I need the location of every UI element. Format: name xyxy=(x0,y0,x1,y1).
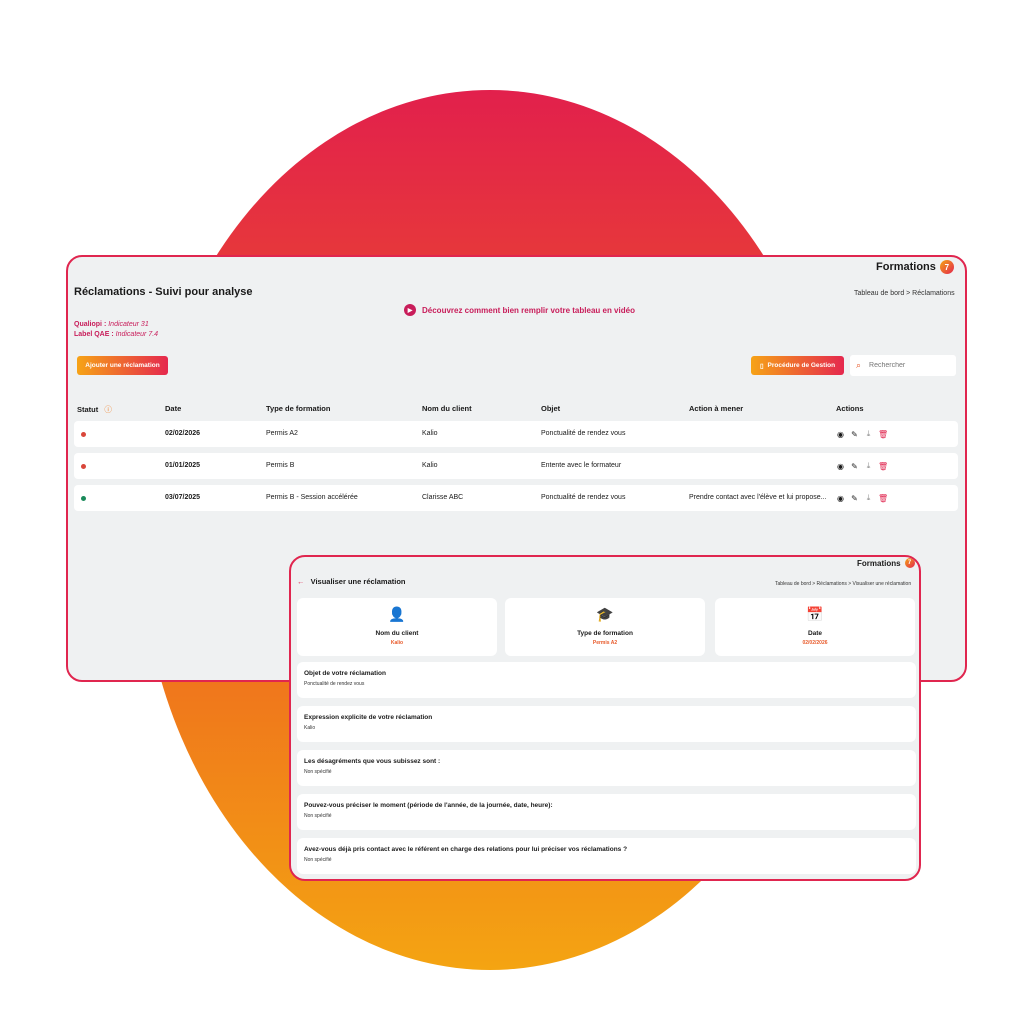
status-dot xyxy=(81,464,86,469)
download-icon[interactable]: ⤓ xyxy=(864,429,873,439)
detail-panel: Pouvez-vous préciser le moment (période … xyxy=(297,794,916,830)
brand: Formations 7 xyxy=(857,558,915,568)
row-actions: ◉ ✎ ⤓ 🗑 xyxy=(836,429,888,439)
edit-icon[interactable]: ✎ xyxy=(850,430,859,439)
panel-answer: Ponctualité de rendez vous xyxy=(304,681,365,687)
panel-question: Objet de votre réclamation xyxy=(304,670,386,677)
status-dot xyxy=(81,432,86,437)
cell-client: Clarisse ABC xyxy=(422,494,464,501)
panel-question: Les désagréments que vous subissez sont … xyxy=(304,758,441,765)
detail-panel: Avez-vous déjà pris contact avec le réfé… xyxy=(297,838,916,874)
calendar-icon: 📅 xyxy=(806,606,824,622)
qualiopi-label: Qualiopi : xyxy=(74,321,107,328)
info-icon[interactable]: ⓘ xyxy=(104,405,112,414)
column-header-actions: Actions xyxy=(836,404,864,413)
qae-value: Indicateur 7.4 xyxy=(115,331,159,338)
reclamation-detail-window: Formations 7 ← Visualiser une réclamatio… xyxy=(289,555,921,881)
video-link[interactable]: ▶ Découvrez comment bien remplir votre t… xyxy=(404,304,635,316)
delete-icon[interactable]: 🗑 xyxy=(878,430,888,439)
breadcrumb[interactable]: Tableau de bord > Réclamations > Visuali… xyxy=(775,581,911,587)
view-icon[interactable]: ◉ xyxy=(836,462,845,471)
card-label: Date xyxy=(807,630,823,637)
panel-answer: Kalio xyxy=(304,725,316,731)
download-icon[interactable]: ⤓ xyxy=(864,493,873,503)
graduation-cap-icon: 🎓 xyxy=(596,606,614,622)
column-header-action: Action à mener xyxy=(689,404,744,413)
table-row[interactable]: 02/02/2026 Permis A2 Kalio Ponctualité d… xyxy=(74,421,958,447)
card-value: Kalio xyxy=(390,640,404,646)
search-icon: ⌕ xyxy=(856,360,862,370)
brand-logo-icon: 7 xyxy=(904,558,915,568)
cell-client: Kalio xyxy=(422,462,438,469)
column-header-objet: Objet xyxy=(541,404,561,413)
card-value: 02/02/2026 xyxy=(802,640,828,646)
qualiopi-value: Indicateur 31 xyxy=(108,321,149,328)
page-title: Réclamations - Suivi pour analyse xyxy=(74,286,253,298)
panel-answer: Non spécifié xyxy=(304,769,332,775)
panel-answer: Non spécifié xyxy=(304,857,332,863)
cell-date: 01/01/2025 xyxy=(165,462,201,469)
detail-panel: Expression explicite de votre réclamatio… xyxy=(297,706,916,742)
cell-objet: Ponctualité de rendez vous xyxy=(541,494,626,501)
qae-indicator: Label QAE : Indicateur 7.4 xyxy=(74,331,158,338)
delete-icon[interactable]: 🗑 xyxy=(878,494,888,503)
column-header-type: Type de formation xyxy=(266,404,331,413)
brand: Formations 7 xyxy=(876,260,954,274)
cell-type: Permis A2 xyxy=(266,430,298,437)
page-title: ← Visualiser une réclamation xyxy=(297,577,406,586)
search-box[interactable]: ⌕ xyxy=(850,355,956,376)
search-input[interactable] xyxy=(867,361,952,370)
cell-objet: Ponctualité de rendez vous xyxy=(541,430,626,437)
qualiopi-indicator: Qualiopi : Indicateur 31 xyxy=(74,321,149,328)
detail-panel: Objet de votre réclamation Ponctualité d… xyxy=(297,662,916,698)
delete-icon[interactable]: 🗑 xyxy=(878,462,888,471)
brand-logo-icon: 7 xyxy=(939,260,954,274)
formation-card: 🎓 Type de formation Permis A2 xyxy=(505,598,705,656)
cell-objet: Entente avec le formateur xyxy=(541,462,622,469)
column-header-statut: Statut ⓘ xyxy=(77,404,112,415)
column-header-client: Nom du client xyxy=(422,404,472,413)
video-link-label: Découvrez comment bien remplir votre tab… xyxy=(422,305,635,315)
cell-action: Prendre contact avec l'élève et lui prop… xyxy=(689,494,827,501)
date-card: 📅 Date 02/02/2026 xyxy=(715,598,915,656)
add-reclamation-button[interactable]: Ajouter une réclamation xyxy=(77,356,168,375)
brand-name: Formations xyxy=(857,558,901,568)
edit-icon[interactable]: ✎ xyxy=(850,462,859,471)
user-icon: 👤 xyxy=(388,606,406,622)
panel-question: Avez-vous déjà pris contact avec le réfé… xyxy=(304,846,628,853)
table-row[interactable]: 03/07/2025 Permis B - Session accélérée … xyxy=(74,485,958,511)
status-dot xyxy=(81,496,86,501)
procedure-button-label: Procédure de Gestion xyxy=(767,362,836,369)
view-icon[interactable]: ◉ xyxy=(836,430,845,439)
row-actions: ◉ ✎ ⤓ 🗑 xyxy=(836,461,888,471)
cell-date: 02/02/2026 xyxy=(165,430,201,437)
brand-name: Formations xyxy=(876,261,936,273)
card-label: Nom du client xyxy=(375,630,419,637)
download-icon[interactable]: ⤓ xyxy=(864,461,873,471)
qae-label: Label QAE : xyxy=(74,331,114,338)
cell-date: 03/07/2025 xyxy=(165,494,201,501)
column-label: Statut xyxy=(77,405,99,414)
edit-icon[interactable]: ✎ xyxy=(850,494,859,503)
card-label: Type de formation xyxy=(577,630,633,637)
cell-type: Permis B - Session accélérée xyxy=(266,494,358,501)
play-icon: ▶ xyxy=(404,304,416,316)
panel-question: Pouvez-vous préciser le moment (période … xyxy=(304,802,553,809)
cell-client: Kalio xyxy=(422,430,438,437)
view-icon[interactable]: ◉ xyxy=(836,494,845,503)
cell-type: Permis B xyxy=(266,462,295,469)
breadcrumb[interactable]: Tableau de bord > Réclamations xyxy=(854,290,955,297)
panel-question: Expression explicite de votre réclamatio… xyxy=(304,714,433,721)
procedure-button[interactable]: ▯ Procédure de Gestion xyxy=(751,356,844,375)
client-card: 👤 Nom du client Kalio xyxy=(297,598,497,656)
page-title-label: Visualiser une réclamation xyxy=(310,577,406,586)
column-header-date: Date xyxy=(165,404,182,413)
row-actions: ◉ ✎ ⤓ 🗑 xyxy=(836,493,888,503)
detail-panel: Les désagréments que vous subissez sont … xyxy=(297,750,916,786)
document-icon: ▯ xyxy=(759,362,764,370)
back-arrow-icon[interactable]: ← xyxy=(297,577,305,586)
card-value: Permis A2 xyxy=(592,640,618,646)
table-row[interactable]: 01/01/2025 Permis B Kalio Entente avec l… xyxy=(74,453,958,479)
panel-answer: Non spécifié xyxy=(304,813,332,819)
